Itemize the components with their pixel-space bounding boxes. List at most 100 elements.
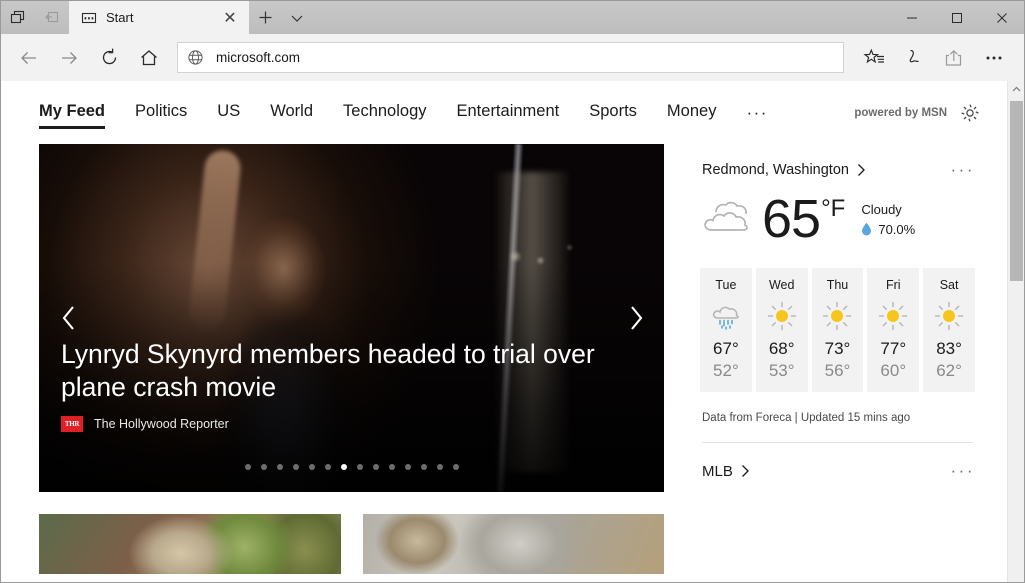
temperature-unit: °F	[821, 195, 845, 223]
nav-item-money[interactable]: Money	[667, 102, 717, 124]
maximize-button[interactable]	[934, 1, 979, 34]
cloudy-icon	[700, 195, 762, 243]
forecast-high: 73°	[825, 339, 851, 359]
sun-icon	[877, 300, 909, 332]
weather-condition: Cloudy	[861, 202, 915, 217]
address-bar[interactable]: microsoft.com	[177, 42, 844, 73]
carousel-dot[interactable]	[277, 464, 283, 470]
hero-source: THR The Hollywood Reporter	[61, 416, 624, 432]
forecast-day-name: Wed	[769, 278, 794, 292]
carousel-dot[interactable]	[293, 464, 299, 470]
sun-icon	[766, 300, 798, 332]
forecast-day[interactable]: Tue 67°52°	[700, 268, 752, 392]
mlb-title[interactable]: MLB	[702, 463, 733, 480]
carousel-prev-button[interactable]	[49, 296, 89, 340]
hero-bokeh-light	[566, 244, 573, 251]
current-temperature: 65	[762, 192, 820, 246]
address-bar-text[interactable]: microsoft.com	[216, 50, 300, 65]
back-arrow-icon[interactable]	[9, 39, 49, 77]
forecast-day[interactable]: Wed 68°53°	[756, 268, 808, 392]
chevron-right-icon[interactable]	[856, 163, 866, 177]
window-controls	[889, 1, 1024, 34]
nav-item-my-feed[interactable]: My Feed	[39, 102, 105, 124]
forecast-day-name: Fri	[886, 278, 901, 292]
forecast-low: 53°	[769, 361, 795, 381]
close-tab-icon[interactable]: ✕	[217, 5, 243, 31]
forecast-low: 52°	[713, 361, 739, 381]
more-options-icon[interactable]	[974, 39, 1014, 77]
tab-menu-button[interactable]	[281, 1, 313, 34]
hero-source-name: The Hollywood Reporter	[94, 417, 229, 431]
carousel-dot[interactable]	[341, 464, 347, 470]
weather-card: Redmond, Washington ···	[684, 144, 989, 481]
weather-card-menu[interactable]: ···	[951, 160, 975, 180]
carousel-dot[interactable]	[357, 464, 363, 470]
nav-item-politics[interactable]: Politics	[135, 102, 187, 124]
carousel-next-button[interactable]	[616, 296, 656, 340]
carousel-dot[interactable]	[245, 464, 251, 470]
close-button[interactable]	[979, 1, 1024, 34]
carousel-dot[interactable]	[261, 464, 267, 470]
carousel-dot[interactable]	[437, 464, 443, 470]
favorites-star-icon[interactable]	[854, 39, 894, 77]
nav-item-technology[interactable]: Technology	[343, 102, 426, 124]
forecast-low: 60°	[880, 361, 906, 381]
globe-icon	[187, 49, 205, 66]
forecast-high: 77°	[880, 339, 906, 359]
feed-content: Lynryd Skynyrd members headed to trial o…	[1, 144, 1009, 574]
powered-by-msn-label: powered by MSN	[854, 107, 947, 119]
hero-article-carousel[interactable]: Lynryd Skynyrd members headed to trial o…	[39, 144, 664, 492]
humidity-row: 70.0%	[861, 222, 915, 237]
carousel-dot[interactable]	[389, 464, 395, 470]
forward-arrow-icon[interactable]	[49, 39, 89, 77]
msn-nav-bar: My Feed Politics US World Technology Ent…	[1, 81, 1009, 144]
nav-item-world[interactable]: World	[270, 102, 313, 124]
edge-browser-window: Start ✕	[0, 0, 1025, 583]
start-page-icon	[81, 10, 97, 26]
carousel-dot-indicators[interactable]	[39, 464, 664, 470]
scrollbar-thumb[interactable]	[1010, 101, 1023, 281]
water-drop-icon	[861, 222, 872, 236]
forecast-day[interactable]: Fri 77°60°	[867, 268, 919, 392]
forecast-day[interactable]: Sat83°62°	[923, 268, 975, 392]
chevron-right-icon[interactable]	[740, 464, 750, 478]
carousel-dot[interactable]	[453, 464, 459, 470]
forecast-row: Tue 67°52° Wed 68°53° Thu73°56° Fri 77°60° Sat8…	[684, 246, 989, 392]
nav-right-group: powered by MSN	[854, 102, 1009, 124]
browser-tab-start[interactable]: Start ✕	[69, 1, 249, 34]
nav-item-us[interactable]: US	[217, 102, 240, 124]
nav-item-sports[interactable]: Sports	[589, 102, 637, 124]
sun-icon	[933, 300, 965, 332]
new-tab-button[interactable]	[249, 1, 281, 34]
hollywood-reporter-logo-icon: THR	[61, 416, 83, 432]
forecast-day-name: Tue	[715, 278, 736, 292]
forecast-day[interactable]: Thu73°56°	[812, 268, 864, 392]
refresh-icon[interactable]	[89, 39, 129, 77]
scroll-up-arrow-icon[interactable]	[1008, 81, 1024, 98]
browser-toolbar: microsoft.com	[1, 34, 1024, 81]
hero-headline[interactable]: Lynryd Skynyrd members headed to trial o…	[61, 338, 624, 403]
nav-item-entertainment[interactable]: Entertainment	[457, 102, 560, 124]
article-thumbnail-2[interactable]	[363, 514, 665, 574]
page-scrollbar[interactable]	[1007, 81, 1024, 583]
share-icon[interactable]	[934, 39, 974, 77]
article-thumbnail-1[interactable]	[39, 514, 341, 574]
forecast-low: 62°	[936, 361, 962, 381]
minimize-button[interactable]	[889, 1, 934, 34]
rain-cloud-icon	[710, 300, 742, 332]
weather-location[interactable]: Redmond, Washington	[702, 162, 849, 178]
restore-tabs-button[interactable]	[35, 1, 69, 34]
home-icon[interactable]	[129, 39, 169, 77]
mlb-card-menu[interactable]: ···	[951, 461, 975, 481]
forecast-high: 67°	[713, 339, 739, 359]
nav-overflow-menu[interactable]: ···	[746, 103, 767, 123]
carousel-dot[interactable]	[325, 464, 331, 470]
carousel-dot[interactable]	[405, 464, 411, 470]
web-note-pen-icon[interactable]	[894, 39, 934, 77]
carousel-dot[interactable]	[373, 464, 379, 470]
carousel-dot[interactable]	[309, 464, 315, 470]
gear-icon[interactable]	[959, 102, 981, 124]
carousel-dot[interactable]	[421, 464, 427, 470]
set-tabs-aside-button[interactable]	[1, 1, 35, 34]
forecast-high: 68°	[769, 339, 795, 359]
